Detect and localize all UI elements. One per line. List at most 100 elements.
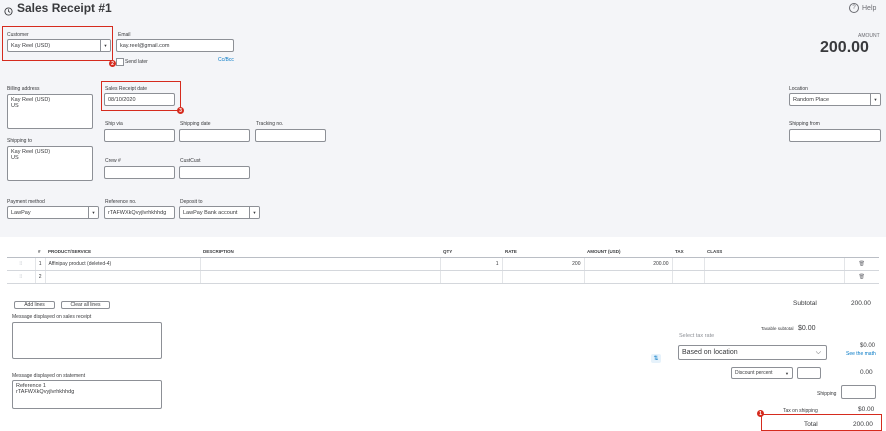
drag-handle-icon[interactable]: ⁞⁞: [7, 270, 36, 284]
shipping-date-label: Shipping date: [180, 121, 211, 127]
page-title: Sales Receipt #1: [17, 1, 112, 15]
tax-rate-value: Based on location: [682, 349, 738, 356]
location-value: Random Place: [793, 96, 830, 103]
product-cell[interactable]: [45, 270, 201, 284]
qty-cell[interactable]: [440, 270, 503, 284]
reference-value: rTAFWXkQvyjlvrhkhhdg: [108, 209, 167, 216]
shipping-date-field[interactable]: [179, 129, 250, 142]
history-icon[interactable]: [4, 3, 13, 16]
location-select[interactable]: Random Place ▼: [789, 93, 881, 106]
shipping-input[interactable]: [841, 385, 876, 399]
email-label: Email: [118, 32, 131, 38]
qty-cell[interactable]: 1: [440, 257, 503, 271]
chevron-down-icon[interactable]: ▼: [88, 207, 98, 218]
shipping-label: Shipping: [817, 391, 837, 397]
trash-icon[interactable]: 🗑: [844, 270, 879, 284]
taxable-value: $0.00: [797, 325, 816, 332]
tax-on-shipping-value: $0.00: [858, 406, 875, 413]
message-receipt-field[interactable]: [12, 322, 162, 359]
tax-rate-select[interactable]: Based on location ⌵: [678, 345, 827, 360]
tax-cell[interactable]: [672, 257, 705, 271]
col-header: CLASS: [704, 245, 844, 258]
send-later-label: Send later: [125, 59, 148, 65]
step-badge-2: 2: [109, 60, 116, 67]
highlight-customer: [2, 26, 113, 61]
amount-cell[interactable]: [584, 270, 673, 284]
deposit-value: LawPay Bank account: [183, 209, 238, 216]
col-header: DESCRIPTION: [200, 245, 440, 258]
billing-address-label: Billing address: [7, 86, 40, 92]
message-statement-label: Message displayed on statement: [12, 373, 86, 379]
table-row[interactable]: ⁞⁞ 2 🗑: [7, 270, 879, 284]
chevron-down-icon[interactable]: ▼: [249, 207, 259, 218]
highlight-receipt-date: [101, 81, 181, 111]
amount-cell[interactable]: 200.00: [584, 257, 673, 271]
subtotal-label: Subtotal: [793, 300, 817, 307]
email-value: kay.reel@gmail.com: [120, 42, 170, 49]
clear-lines-button[interactable]: Clear all lines: [61, 301, 110, 309]
chevron-down-icon[interactable]: ▼: [870, 94, 880, 105]
subtotal-value: 200.00: [851, 300, 871, 307]
payment-method-value: LawPay: [11, 209, 31, 216]
row-number: 2: [35, 270, 46, 284]
col-header: RATE: [502, 245, 584, 258]
ship-via-field[interactable]: [104, 129, 175, 142]
chevron-down-icon[interactable]: ⌵: [816, 349, 821, 357]
chevron-down-icon[interactable]: ▼: [785, 371, 789, 376]
shipping-to-line-2: US: [11, 155, 19, 161]
question-icon: ?: [849, 3, 859, 13]
description-cell[interactable]: [200, 257, 441, 271]
shipping-to-label: Shipping to: [7, 138, 33, 144]
select-tax-rate-label: Select tax rate: [679, 333, 715, 339]
payment-method-label: Payment method: [7, 199, 45, 205]
taxable-label: Taxable subtotal: [761, 326, 794, 331]
tax-value: $0.00: [860, 343, 876, 349]
table-header-row: # PRODUCT/SERVICE DESCRIPTION QTY RATE A…: [7, 245, 879, 258]
discount-input[interactable]: [797, 367, 821, 379]
custcust-field[interactable]: [179, 166, 250, 179]
message-statement-field[interactable]: Reference 1 rTAFWXkQvyjlvrhkhhdg: [12, 380, 162, 409]
add-lines-button[interactable]: Add lines: [14, 301, 55, 309]
deposit-select[interactable]: LawPay Bank account ▼: [179, 206, 260, 219]
total-label: Total: [804, 421, 818, 428]
tracking-field[interactable]: [255, 129, 326, 142]
billing-address-field[interactable]: Kay Reel (USD) US: [7, 94, 93, 129]
crew-field[interactable]: [104, 166, 175, 179]
help-label: Help: [862, 4, 877, 12]
ship-via-label: Ship via: [105, 121, 123, 127]
rate-cell[interactable]: 200: [502, 257, 585, 271]
help-button[interactable]: ? Help: [849, 3, 876, 13]
billing-line-2: US: [11, 103, 19, 109]
product-cell[interactable]: Affinipay product (deleted-4): [45, 257, 201, 271]
shipping-from-field[interactable]: [789, 129, 881, 142]
description-cell[interactable]: [200, 270, 441, 284]
email-field[interactable]: kay.reel@gmail.com: [116, 39, 234, 52]
reference-field[interactable]: rTAFWXkQvyjlvrhkhhdg: [104, 206, 175, 219]
message-receipt-label: Message displayed on sales receipt: [12, 314, 92, 320]
table-row[interactable]: ⁞⁞ 1 Affinipay product (deleted-4) 1 200…: [7, 257, 879, 271]
col-header: PRODUCT/SERVICE: [45, 245, 200, 258]
send-later-checkbox[interactable]: [116, 58, 124, 66]
row-number: 1: [35, 257, 46, 271]
discount-label: Discount percent: [735, 370, 773, 376]
step-badge-3: 3: [177, 107, 184, 114]
discount-type-select[interactable]: Discount percent ▼: [731, 367, 793, 379]
discount-value: 0.00: [860, 369, 873, 376]
see-math-link[interactable]: See the math: [846, 351, 876, 357]
rate-cell[interactable]: [502, 270, 585, 284]
col-header: QTY: [440, 245, 502, 258]
tax-cell[interactable]: [672, 270, 705, 284]
amount-value: 200.00: [820, 39, 869, 56]
class-cell[interactable]: [704, 257, 845, 271]
payment-method-select[interactable]: LawPay ▼: [7, 206, 99, 219]
shipping-to-field[interactable]: Kay Reel (USD) US: [7, 146, 93, 181]
col-header: TAX: [672, 245, 704, 258]
custcust-label: CustCust: [180, 158, 201, 164]
class-cell[interactable]: [704, 270, 845, 284]
trash-icon[interactable]: 🗑: [844, 257, 879, 271]
switch-arrows-icon[interactable]: ⇅: [651, 354, 661, 363]
drag-handle-icon[interactable]: ⁞⁞: [7, 257, 36, 271]
location-label: Location: [789, 86, 808, 92]
cc-bcc-link[interactable]: Cc/Bcc: [218, 57, 234, 63]
deposit-label: Deposit to: [180, 199, 203, 205]
